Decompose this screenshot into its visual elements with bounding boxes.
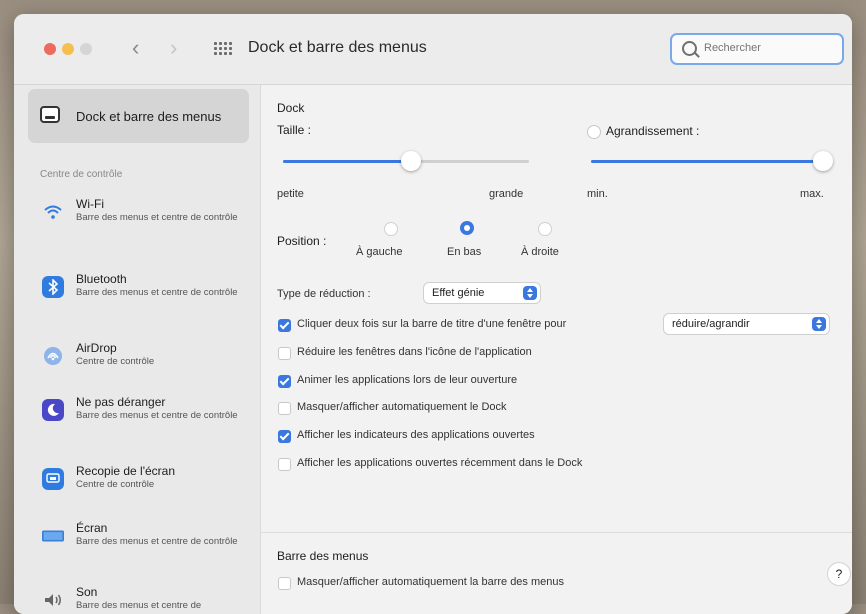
animate-checkbox[interactable] xyxy=(278,375,291,388)
wifi-icon xyxy=(42,201,64,223)
sidebar-item-subtitle: Centre de contrôle xyxy=(76,356,155,367)
mag-max-label: max. xyxy=(800,188,824,200)
sidebar-section-header: Centre de contrôle xyxy=(40,169,123,180)
sidebar-item-dock-menubar[interactable]: Dock et barre des menus xyxy=(28,89,249,143)
sidebar-item-name: AirDrop xyxy=(76,341,117,355)
dock-section-heading: Dock xyxy=(277,101,305,115)
sidebar-item-bluetooth[interactable]: Bluetooth Barre des menus et centre de c… xyxy=(34,272,254,322)
display-icon xyxy=(42,525,64,547)
autohide-menubar-label: Masquer/afficher automatiquement la barr… xyxy=(297,576,564,588)
magnification-slider-fill xyxy=(591,160,823,163)
minimize-into-app-checkbox[interactable] xyxy=(278,347,291,360)
sidebar-item-sound[interactable]: Son Barre des menus et centre de xyxy=(34,585,254,614)
system-preferences-window: ‹ › Dock et barre des menus Dock et barr… xyxy=(14,14,852,614)
back-chevron-icon[interactable]: ‹ xyxy=(132,36,139,60)
size-slider-fill xyxy=(283,160,411,163)
autohide-dock-label: Masquer/afficher automatiquement le Dock xyxy=(297,401,507,413)
screen-mirroring-icon xyxy=(42,468,64,490)
sidebar-item-wifi[interactable]: Wi-Fi Barre des menus et centre de contr… xyxy=(34,197,254,247)
position-right-label: À droite xyxy=(521,246,559,258)
double-click-checkbox[interactable] xyxy=(278,319,291,332)
sidebar-item-subtitle: Barre des menus et centre de contrôle xyxy=(76,536,238,547)
position-right-radio[interactable] xyxy=(538,222,552,236)
zoom-window-button[interactable] xyxy=(80,43,92,55)
sidebar-item-subtitle: Barre des menus et centre de xyxy=(76,600,202,611)
indicators-label: Afficher les indicateurs des application… xyxy=(297,429,535,441)
double-click-action-value: réduire/agrandir xyxy=(672,318,750,330)
search-icon xyxy=(682,41,697,56)
magnification-slider[interactable] xyxy=(591,151,833,171)
content-pane: Dock Taille : petite grande Agrandisseme… xyxy=(261,85,852,614)
magnification-checkbox[interactable] xyxy=(587,125,601,139)
sidebar-item-name: Son xyxy=(76,585,98,599)
size-slider[interactable] xyxy=(283,151,529,171)
autohide-menubar-checkbox[interactable] xyxy=(278,577,291,590)
forward-chevron-icon[interactable]: › xyxy=(170,36,177,60)
sidebar-item-subtitle: Barre des menus et centre de contrôle xyxy=(76,287,238,298)
magnification-label: Agrandissement : xyxy=(606,124,700,138)
mag-min-label: min. xyxy=(587,188,608,200)
recent-apps-label: Afficher les applications ouvertes récem… xyxy=(297,457,583,469)
sidebar-item-display[interactable]: Écran Barre des menus et centre de contr… xyxy=(34,521,254,571)
minimize-effect-popup[interactable]: Effet génie xyxy=(424,283,540,303)
size-slider-knob[interactable] xyxy=(400,151,421,171)
position-left-radio[interactable] xyxy=(384,222,398,236)
sidebar-item-name: Ne pas déranger xyxy=(76,395,166,409)
sidebar-item-label: Dock et barre des menus xyxy=(76,109,222,124)
sidebar-item-do-not-disturb[interactable]: Ne pas déranger Barre des menus et centr… xyxy=(34,395,254,445)
sidebar-item-subtitle: Barre des menus et centre de contrôle xyxy=(76,410,238,421)
sidebar: Dock et barre des menus Centre de contrô… xyxy=(14,85,261,614)
chevron-updown-icon xyxy=(812,317,826,331)
position-bottom-radio[interactable] xyxy=(460,221,474,235)
size-max-label: grande xyxy=(489,188,524,200)
position-left-label: À gauche xyxy=(356,246,403,258)
size-min-label: petite xyxy=(277,188,304,200)
double-click-label: Cliquer deux fois sur la barre de titre … xyxy=(297,318,567,330)
sidebar-item-airdrop[interactable]: AirDrop Centre de contrôle xyxy=(34,341,254,391)
indicators-checkbox[interactable] xyxy=(278,430,291,443)
double-click-action-popup[interactable]: réduire/agrandir xyxy=(664,314,829,334)
menubar-section-heading: Barre des menus xyxy=(277,549,369,563)
size-label: Taille : xyxy=(277,123,312,137)
magnification-slider-knob[interactable] xyxy=(813,151,833,171)
sidebar-item-subtitle: Centre de contrôle xyxy=(76,479,155,490)
position-label: Position : xyxy=(277,234,327,248)
sidebar-item-name: Bluetooth xyxy=(76,272,127,286)
bluetooth-icon xyxy=(42,276,64,298)
autohide-dock-checkbox[interactable] xyxy=(278,402,291,415)
sidebar-item-screen-mirroring[interactable]: Recopie de l'écran Centre de contrôle xyxy=(34,464,254,514)
animate-label: Animer les applications lors de leur ouv… xyxy=(297,374,518,386)
position-bottom-label: En bas xyxy=(447,246,482,258)
show-all-grid-icon[interactable] xyxy=(214,42,232,56)
help-button[interactable]: ? xyxy=(828,563,850,585)
chevron-updown-icon xyxy=(523,286,537,300)
minimize-window-button[interactable] xyxy=(62,43,74,55)
airdrop-icon xyxy=(42,345,64,367)
moon-icon xyxy=(42,399,64,421)
dock-icon xyxy=(40,106,60,123)
sidebar-item-name: Écran xyxy=(76,521,108,535)
sound-icon xyxy=(42,589,64,611)
minimize-effect-value: Effet génie xyxy=(432,287,485,299)
minimize-effect-label: Type de réduction : xyxy=(277,288,371,300)
window-title: Dock et barre des menus xyxy=(248,39,427,56)
minimize-into-app-label: Réduire les fenêtres dans l'icône de l'a… xyxy=(297,346,532,358)
section-divider xyxy=(261,532,852,533)
search-field[interactable] xyxy=(670,33,844,65)
sidebar-item-name: Wi-Fi xyxy=(76,197,104,211)
recent-apps-checkbox[interactable] xyxy=(278,458,291,471)
title-bar: ‹ › Dock et barre des menus xyxy=(14,14,852,85)
close-window-button[interactable] xyxy=(44,43,56,55)
sidebar-item-subtitle: Barre des menus et centre de contrôle xyxy=(76,212,238,223)
sidebar-item-name: Recopie de l'écran xyxy=(76,464,176,478)
search-input[interactable] xyxy=(702,41,836,55)
